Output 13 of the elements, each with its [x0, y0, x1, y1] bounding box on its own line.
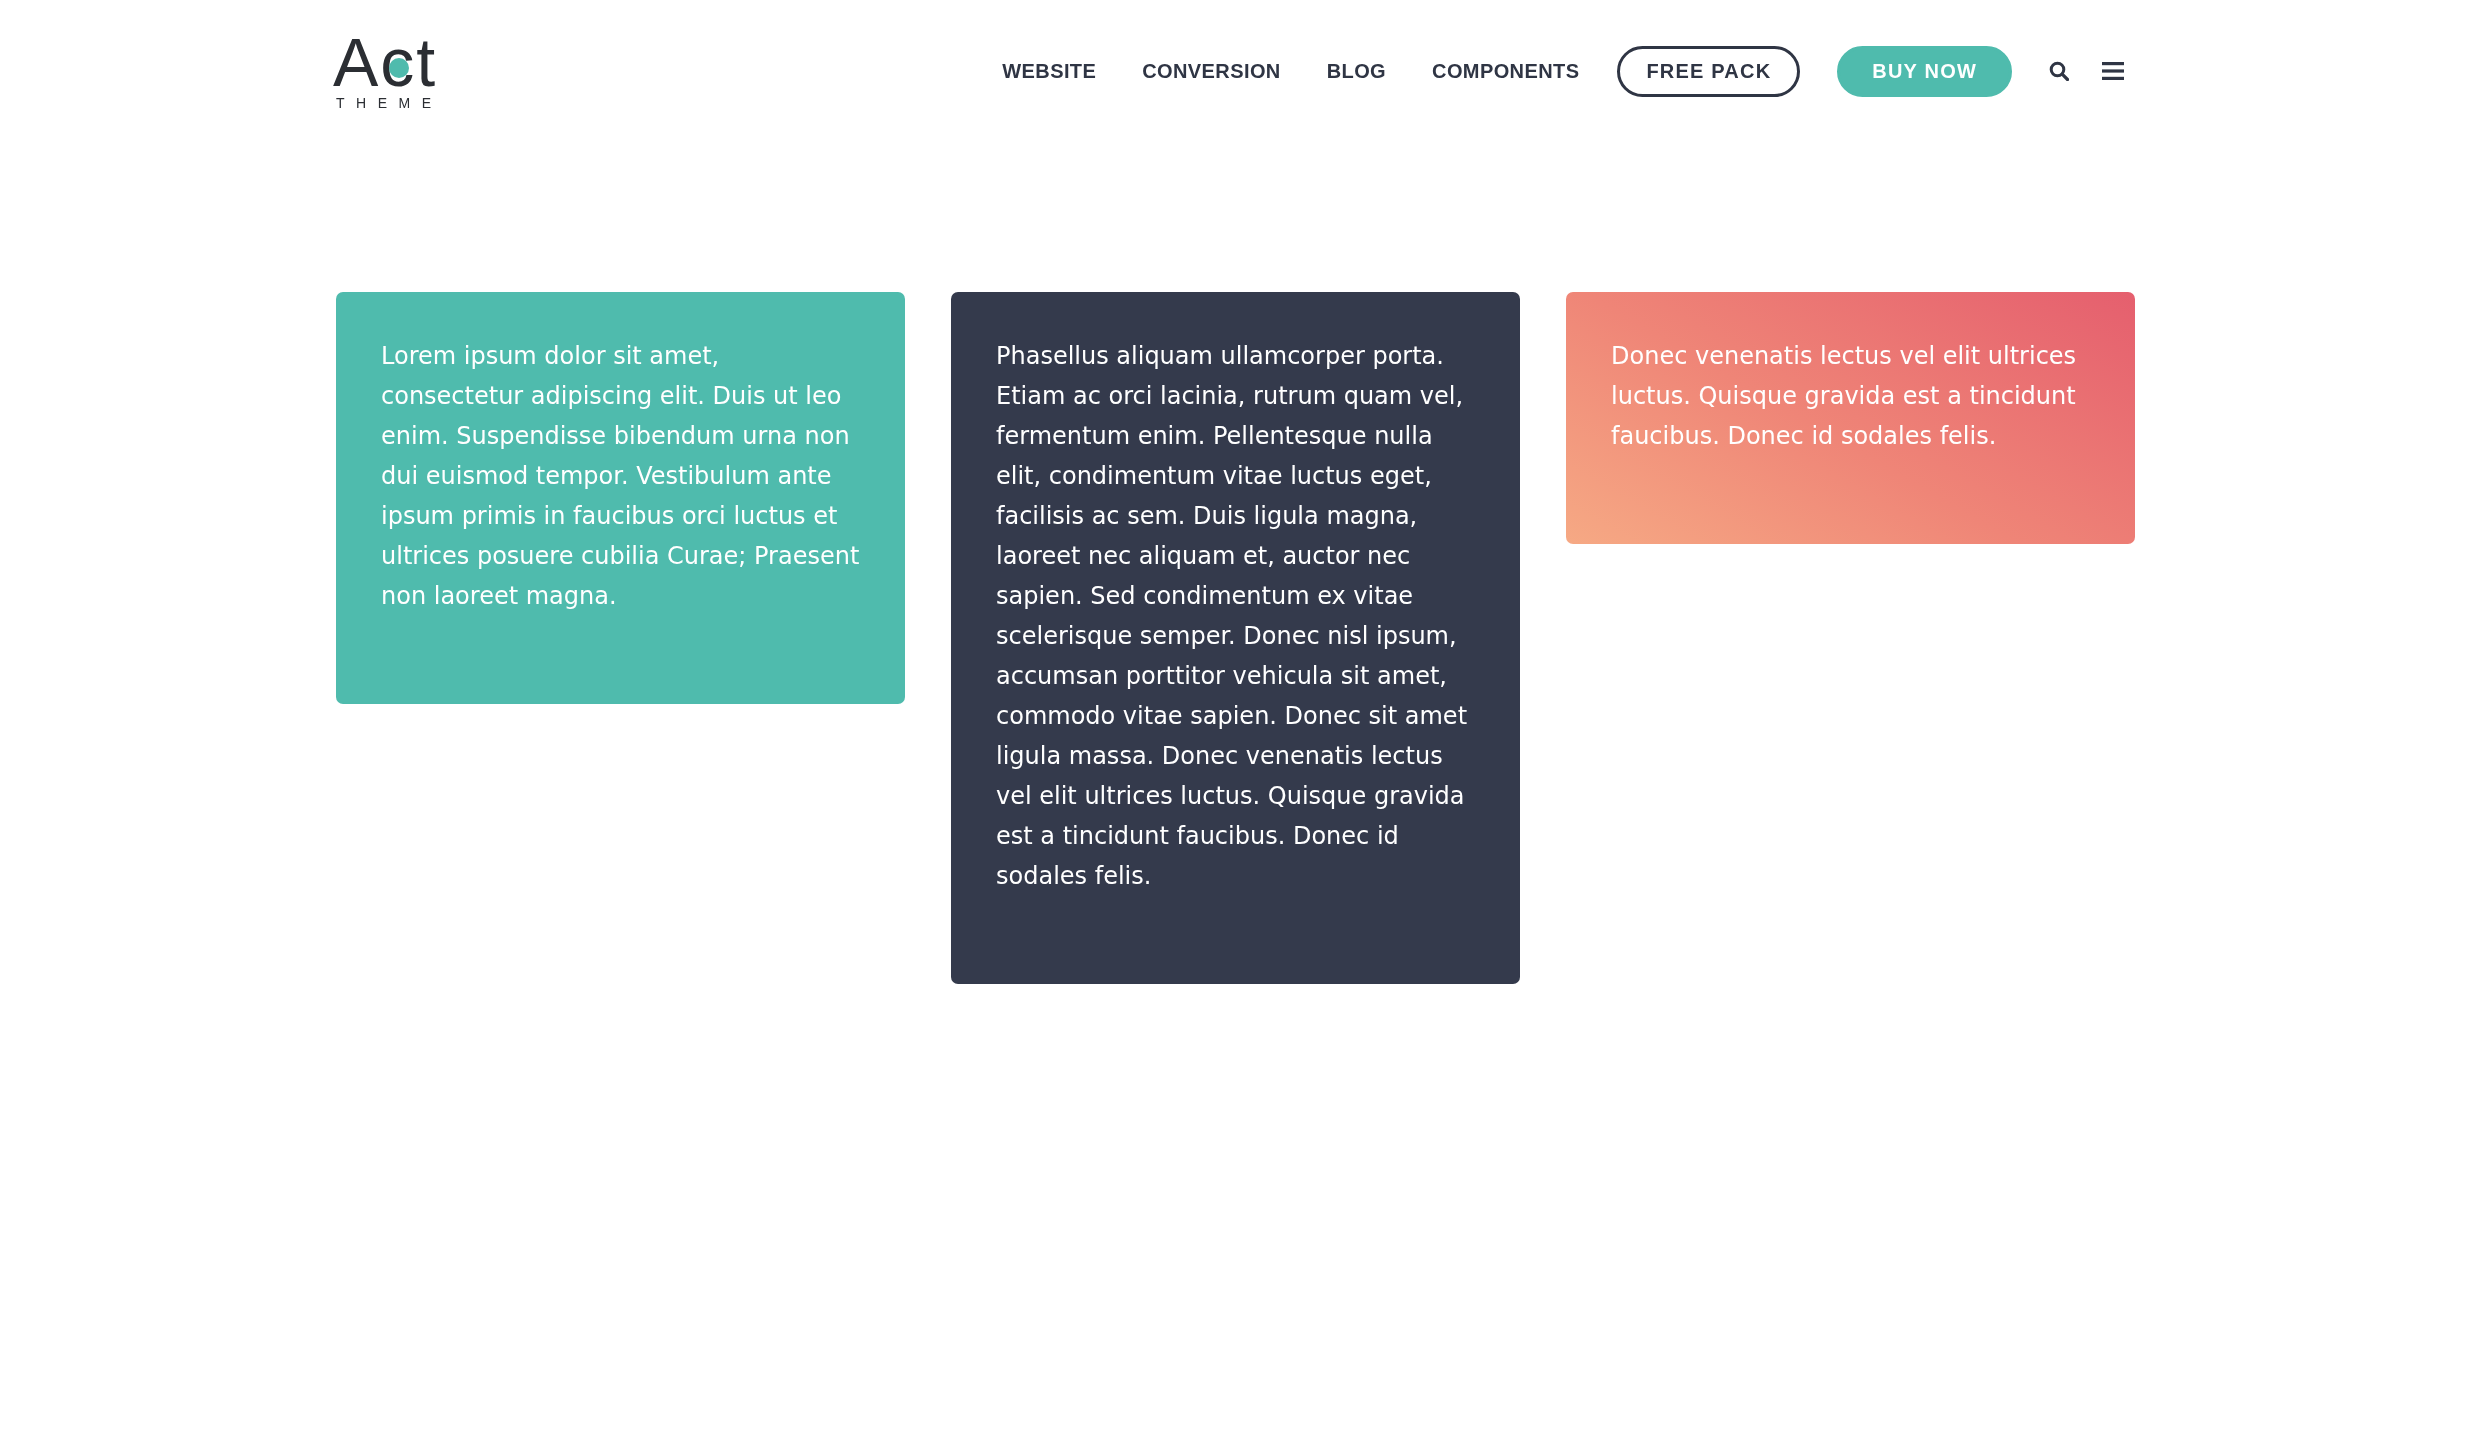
card-paragraph: Lorem ipsum dolor sit amet, consectetur adipiscing elit. Duis ut leo enim. Suspendisse bibendum urna non dui euismod tempor. Vestibulum ante ipsum primis in faucibus orci luctus et ultrices posuere cubilia Curae; Praesent non laoreet magna.: [381, 341, 861, 612]
outline-button[interactable]: FREE PACK: [1617, 45, 1801, 97]
logo-dot-icon: [389, 58, 409, 78]
card-paragraph: Donec venenatis lectus vel elit ultrices luctus. Quisque gravida est a tincidunt faucibus. Donec id sodales felis.: [1611, 341, 2078, 452]
card-paragraph: Phasellus aliquam ullamcorper porta. Etiam ac orci lacinia, rutrum quam vel, fermentum enim. Pellentesque nulla elit, condimentum vitae luctus eget, facilisis ac sem. Duis ligula magna, laoreet nec aliquam et, auctor nec sapien. Sed condimentum ex vitae scelerisque semper. Donec nisl ipsum, accumsan porttitor vehicula sit amet, commodo vitae sapien. Donec sit amet ligula massa. Donec venenatis lectus vel elit ultrices luctus. Quisque gravida est a tincidunt faucibus. Donec id sodales felis.: [996, 341, 1469, 892]
logo-wordmark[interactable]: Act: [333, 31, 438, 93]
nav-link[interactable]: WEBSITE: [1002, 59, 1097, 83]
nav-link[interactable]: COMPONENTS: [1432, 59, 1580, 83]
search-icon[interactable]: [2049, 61, 2069, 81]
nav-link[interactable]: BLOG: [1326, 59, 1387, 83]
logo-subtitle: THEME: [336, 95, 443, 111]
nav-link[interactable]: CONVERSION: [1142, 59, 1281, 83]
menu-icon[interactable]: [2102, 62, 2124, 80]
